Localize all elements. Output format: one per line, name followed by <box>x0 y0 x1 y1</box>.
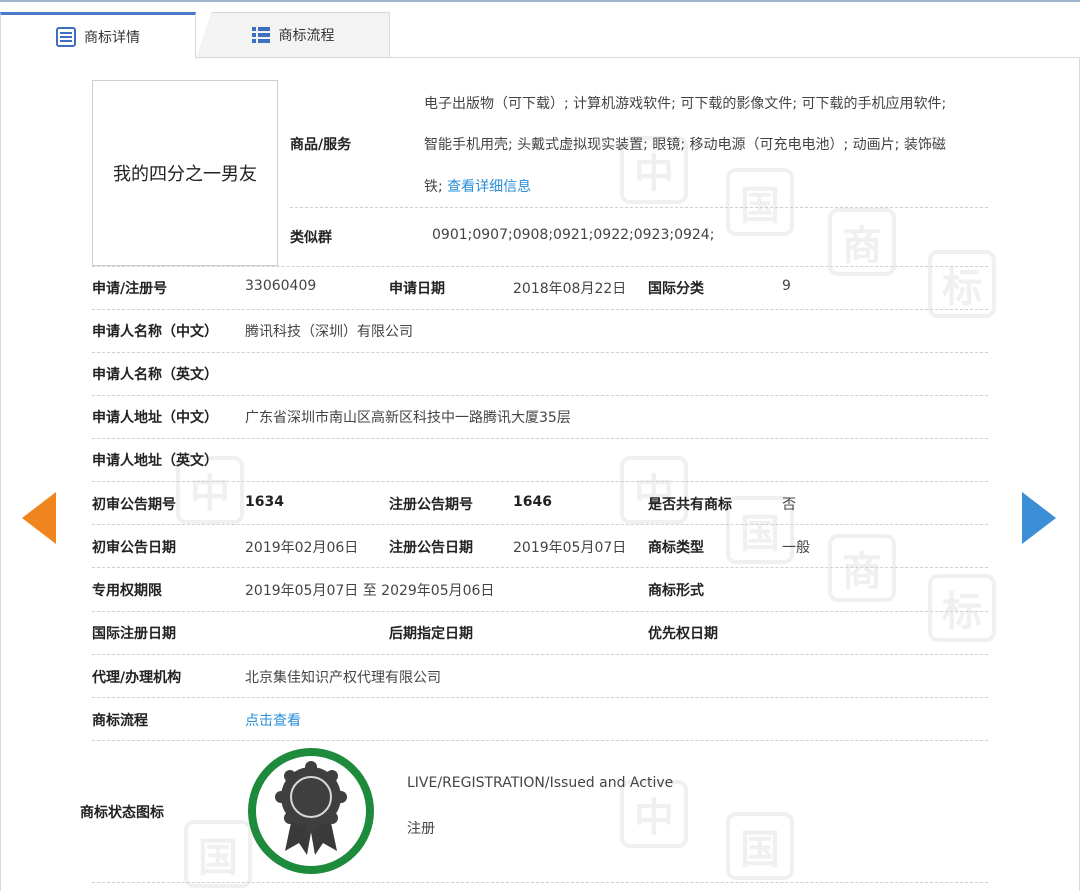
reg-pub-date-label: 注册公告日期 <box>389 540 473 556</box>
divider <box>92 481 988 482</box>
divider <box>92 352 988 353</box>
flow-label: 商标流程 <box>92 713 148 729</box>
tab-label: 商标详情 <box>84 30 140 46</box>
divider <box>92 266 988 267</box>
reg-pub-no-label: 注册公告期号 <box>389 497 473 513</box>
status-en-value: LIVE/REGISTRATION/Issued and Active <box>407 775 674 791</box>
tm-form-label: 商标形式 <box>648 583 704 599</box>
tab-trademark-flow[interactable]: 商标流程 <box>196 12 390 58</box>
trademark-image: 我的四分之一男友 <box>92 80 278 266</box>
view-flow-link[interactable]: 点击查看 <box>245 710 301 730</box>
registered-badge-icon <box>247 747 375 875</box>
applicant-en-label: 申请人名称（英文） <box>92 367 218 383</box>
similar-group-label: 类似群 <box>290 230 332 246</box>
watermark: 标 <box>928 574 996 642</box>
priority-date-label: 优先权日期 <box>648 626 718 642</box>
agent-value: 北京集佳知识产权代理有限公司 <box>245 670 441 686</box>
watermark: 商 <box>828 534 896 602</box>
watermark: 标 <box>928 250 996 318</box>
goods-line-1: 电子出版物（可下载）; 计算机游戏软件; 可下载的影像文件; 可下载的手机应用软… <box>424 96 947 112</box>
tm-type-value: 一般 <box>782 540 810 556</box>
divider <box>92 524 988 525</box>
address-cn-value: 广东省深圳市南山区高新区科技中一路腾讯大厦35层 <box>245 410 571 426</box>
top-border <box>0 0 1080 2</box>
tab-bar: 商标详情 商标流程 <box>0 12 1080 59</box>
divider <box>92 697 988 698</box>
status-label: 商标状态图标 <box>80 805 164 821</box>
prelim-no-label: 初审公告期号 <box>92 497 176 513</box>
divider <box>290 207 988 208</box>
intl-class-value: 9 <box>782 278 791 294</box>
goods-line-3: 铁; 查看详细信息 <box>424 176 531 196</box>
similar-group-value: 0901;0907;0908;0921;0922;0923;0924; <box>432 227 715 243</box>
agent-label: 代理/办理机构 <box>92 670 182 686</box>
address-cn-label: 申请人地址（中文） <box>92 410 218 426</box>
divider <box>92 438 988 439</box>
goods-line-2: 智能手机用壳; 头戴式虚拟现实装置; 眼镜; 移动电源（可充电电池）; 动画片;… <box>424 137 946 153</box>
divider <box>92 309 988 310</box>
trademark-text: 我的四分之一男友 <box>113 164 257 185</box>
reg-no-value: 33060409 <box>245 278 317 294</box>
divider <box>92 567 988 568</box>
apply-date-label: 申请日期 <box>389 281 445 297</box>
tab-label: 商标流程 <box>278 28 335 44</box>
prelim-date-value: 2019年02月06日 <box>245 540 359 556</box>
exclusive-value: 2019年05月07日 至 2029年05月06日 <box>245 583 495 599</box>
address-en-label: 申请人地址（英文） <box>92 453 218 469</box>
prelim-no-value: 1634 <box>245 494 284 510</box>
goods-label: 商品/服务 <box>290 137 352 153</box>
later-date-label: 后期指定日期 <box>389 626 473 642</box>
divider <box>92 611 988 612</box>
status-cn-value: 注册 <box>407 821 435 837</box>
watermark: 国 <box>726 812 794 880</box>
watermark: 国 <box>726 168 794 236</box>
applicant-cn-value: 腾讯科技（深圳）有限公司 <box>245 324 413 340</box>
shared-value: 否 <box>782 497 796 513</box>
document-list-icon <box>56 27 76 47</box>
watermark: 国 <box>184 820 252 888</box>
apply-date-value: 2018年08月22日 <box>513 281 627 297</box>
list-icon <box>251 25 271 45</box>
previous-arrow-icon[interactable] <box>22 492 56 544</box>
divider <box>92 395 988 396</box>
divider <box>92 654 988 655</box>
shared-label: 是否共有商标 <box>648 497 732 513</box>
intl-class-label: 国际分类 <box>648 281 704 297</box>
reg-pub-date-value: 2019年05月07日 <box>513 540 627 556</box>
divider <box>92 882 988 883</box>
reg-pub-no-value: 1646 <box>513 494 552 510</box>
tab-trademark-details[interactable]: 商标详情 <box>0 12 196 59</box>
reg-no-label: 申请/注册号 <box>92 281 168 297</box>
prelim-date-label: 初审公告日期 <box>92 540 176 556</box>
applicant-cn-label: 申请人名称（中文） <box>92 324 218 340</box>
intl-reg-date-label: 国际注册日期 <box>92 626 176 642</box>
view-details-link[interactable]: 查看详细信息 <box>447 179 531 195</box>
next-arrow-icon[interactable] <box>1022 492 1056 544</box>
tm-type-label: 商标类型 <box>648 540 704 556</box>
goods-line-3-text: 铁; <box>424 179 443 195</box>
exclusive-label: 专用权期限 <box>92 583 162 599</box>
divider <box>92 740 988 741</box>
